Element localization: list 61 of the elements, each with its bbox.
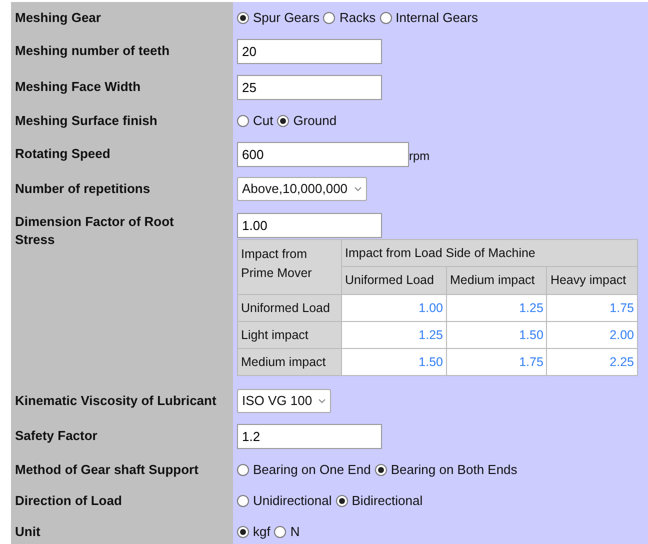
field-label: Rotating Speed bbox=[15, 145, 110, 163]
radio-button[interactable] bbox=[237, 494, 249, 506]
radio-option[interactable]: Bearing on Both Ends bbox=[374, 460, 518, 480]
radio-option[interactable]: Bidirectional bbox=[336, 490, 423, 510]
radio-option[interactable]: kgf bbox=[237, 522, 270, 542]
field-label: Direction of Load bbox=[15, 492, 122, 510]
table-cell: 2.25 bbox=[546, 348, 638, 376]
radio-option[interactable]: N bbox=[274, 522, 300, 542]
radio-option[interactable]: Bearing on One End bbox=[237, 460, 371, 480]
dropdown[interactable]: Above,10,000,000 bbox=[237, 177, 367, 201]
table-header: Impact from Load Side of Machine bbox=[342, 240, 638, 266]
field-label: Meshing number of teeth bbox=[15, 42, 170, 60]
radio-option[interactable]: Ground bbox=[277, 110, 337, 130]
text-field[interactable]: 1.00 bbox=[237, 213, 382, 238]
text-field[interactable]: 600 bbox=[237, 142, 409, 166]
text-field[interactable]: 20 bbox=[237, 38, 382, 64]
radio-button[interactable] bbox=[323, 12, 336, 24]
table-cell: 2.00 bbox=[546, 322, 638, 348]
field-label: Method of Gear shaft Support bbox=[15, 460, 198, 478]
chevron-down-icon bbox=[354, 186, 362, 192]
table-header: Impact from Prime Mover bbox=[238, 240, 342, 294]
radio-option[interactable]: Internal Gears bbox=[380, 8, 478, 28]
table-cell: 1.75 bbox=[446, 348, 547, 376]
radio-button[interactable] bbox=[380, 12, 392, 24]
radio-option[interactable]: Racks bbox=[323, 8, 376, 28]
table-cell: 1.50 bbox=[342, 348, 447, 376]
table-cell: 1.25 bbox=[446, 294, 547, 322]
text-field[interactable]: 1.2 bbox=[237, 424, 382, 448]
radio-option[interactable]: Spur Gears bbox=[237, 8, 320, 28]
row-header: Medium impact bbox=[238, 348, 342, 376]
radio-option[interactable]: Cut bbox=[237, 110, 274, 130]
radio-button[interactable] bbox=[336, 494, 348, 506]
table-cell: 1.00 bbox=[342, 294, 447, 322]
dropdown[interactable]: ISO VG 100 bbox=[237, 389, 332, 413]
table-header: Uniformed Load bbox=[342, 266, 447, 294]
radio-button[interactable] bbox=[237, 12, 249, 24]
field-label: Number of repetitions bbox=[15, 180, 150, 198]
field-label: Dimension Factor of Root Stress bbox=[15, 213, 175, 249]
row-header: Uniformed Load bbox=[238, 294, 342, 322]
table-header: Medium impact bbox=[446, 266, 547, 294]
unit-label: rpm bbox=[409, 148, 430, 165]
radio-button[interactable] bbox=[237, 464, 249, 476]
field-label: Kinematic Viscosity of Lubricant bbox=[15, 392, 216, 410]
radio-button[interactable] bbox=[237, 526, 249, 538]
text-field[interactable]: 25 bbox=[237, 74, 382, 100]
table-cell: 1.25 bbox=[342, 322, 447, 348]
field-label: Meshing Face Width bbox=[15, 78, 141, 96]
field-label: Unit bbox=[15, 522, 40, 540]
field-label: Meshing Gear bbox=[15, 8, 101, 26]
radio-button[interactable] bbox=[274, 526, 286, 538]
chevron-down-icon bbox=[318, 398, 326, 404]
radio-button[interactable] bbox=[374, 464, 387, 476]
row-header: Light impact bbox=[238, 322, 342, 348]
radio-option[interactable]: Unidirectional bbox=[237, 490, 332, 510]
radio-button[interactable] bbox=[237, 114, 249, 126]
table-header: Heavy impact bbox=[546, 266, 638, 294]
field-label: Safety Factor bbox=[15, 427, 98, 445]
table-cell: 1.75 bbox=[546, 294, 638, 322]
radio-button[interactable] bbox=[277, 114, 290, 126]
table-cell: 1.50 bbox=[446, 322, 547, 348]
field-label: Meshing Surface finish bbox=[15, 112, 158, 130]
